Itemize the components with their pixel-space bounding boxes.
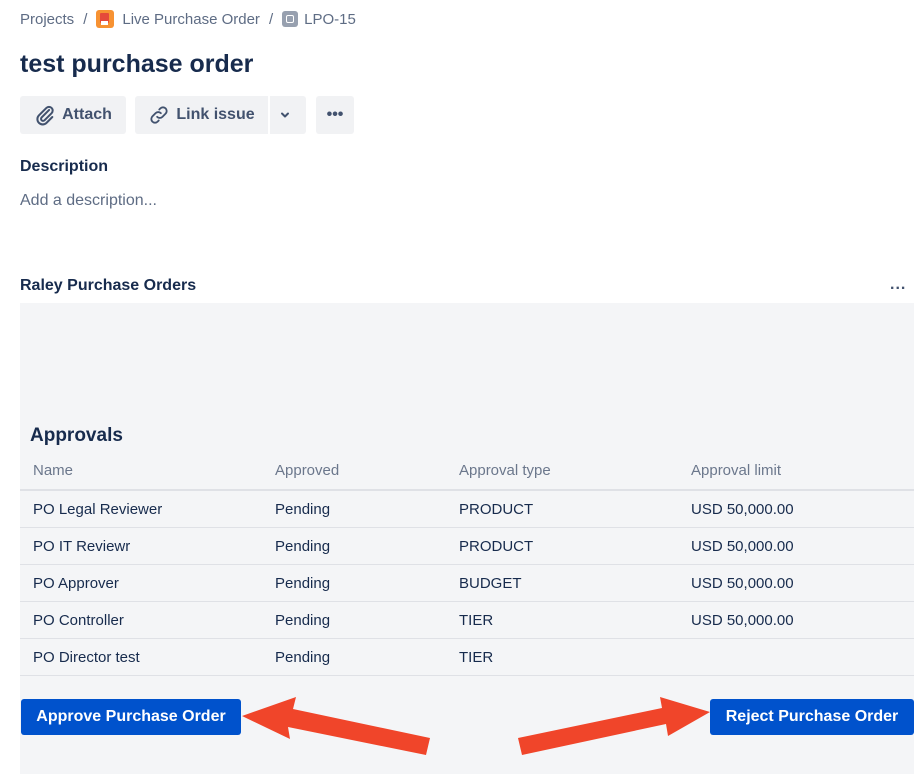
project-icon: [96, 10, 115, 28]
cell-approval-type: BUDGET: [459, 564, 691, 602]
table-row: PO Controller Pending TIER USD 50,000.00: [20, 601, 914, 639]
cell-name: PO Director test: [20, 638, 275, 676]
purchase-order-panel: Approvals Name Approved Approval type Ap…: [20, 303, 914, 774]
column-header-name: Name: [20, 451, 275, 491]
table-row: PO IT Reviewr Pending PRODUCT USD 50,000…: [20, 527, 914, 565]
link-issue-button[interactable]: Link issue: [135, 96, 268, 134]
cell-approval-limit: USD 50,000.00: [691, 527, 914, 565]
approvals-heading: Approvals: [30, 425, 123, 446]
table-row: PO Legal Reviewer Pending PRODUCT USD 50…: [20, 490, 914, 528]
description-field[interactable]: Add a description...: [20, 192, 157, 210]
cell-approved: Pending: [275, 601, 459, 639]
attach-label: Attach: [62, 106, 112, 123]
link-issue-label: Link issue: [176, 106, 255, 123]
breadcrumb: Projects / Live Purchase Order / LPO-15: [20, 9, 356, 29]
cell-approval-limit: USD 50,000.00: [691, 601, 914, 639]
column-header-approval-type: Approval type: [459, 451, 691, 491]
column-header-approved: Approved: [275, 451, 459, 491]
cell-approved: Pending: [275, 638, 459, 676]
table-row: PO Approver Pending BUDGET USD 50,000.00: [20, 564, 914, 602]
chevron-down-icon: [281, 112, 289, 118]
link-issue-dropdown-button[interactable]: [270, 96, 306, 134]
cell-approval-limit: [691, 638, 914, 676]
cell-name: PO IT Reviewr: [20, 527, 275, 565]
cell-approval-limit: USD 50,000.00: [691, 490, 914, 528]
breadcrumb-issue-key[interactable]: LPO-15: [304, 11, 356, 28]
cell-approval-type: TIER: [459, 638, 691, 676]
approve-purchase-order-button[interactable]: Approve Purchase Order: [21, 699, 241, 735]
cell-name: PO Controller: [20, 601, 275, 639]
cell-approval-limit: USD 50,000.00: [691, 564, 914, 602]
issue-type-icon: [282, 11, 299, 27]
more-actions-button[interactable]: •••: [316, 96, 354, 134]
column-header-approval-limit: Approval limit: [691, 451, 914, 491]
breadcrumb-projects[interactable]: Projects: [20, 11, 74, 28]
cell-approved: Pending: [275, 490, 459, 528]
link-icon: [150, 106, 168, 124]
reject-purchase-order-button[interactable]: Reject Purchase Order: [710, 699, 914, 735]
breadcrumb-separator: /: [83, 10, 88, 28]
more-icon: •••: [326, 106, 344, 123]
attach-button[interactable]: Attach: [20, 96, 126, 134]
description-heading: Description: [20, 158, 109, 175]
table-header-row: Name Approved Approval type Approval lim…: [20, 451, 914, 491]
paperclip-icon: [36, 105, 54, 126]
panel-title: Raley Purchase Orders: [20, 277, 197, 294]
cell-approved: Pending: [275, 527, 459, 565]
cell-approval-type: PRODUCT: [459, 527, 691, 565]
cell-approval-type: PRODUCT: [459, 490, 691, 528]
cell-name: PO Approver: [20, 564, 275, 602]
cell-approval-type: TIER: [459, 601, 691, 639]
cell-name: PO Legal Reviewer: [20, 490, 275, 528]
panel-more-button[interactable]: ...: [890, 276, 906, 294]
approvals-table: Name Approved Approval type Approval lim…: [20, 451, 914, 676]
table-row: PO Director test Pending TIER: [20, 638, 914, 676]
breadcrumb-project[interactable]: Live Purchase Order: [122, 11, 260, 28]
breadcrumb-separator: /: [268, 10, 274, 28]
issue-title[interactable]: test purchase order: [20, 50, 253, 79]
cell-approved: Pending: [275, 564, 459, 602]
